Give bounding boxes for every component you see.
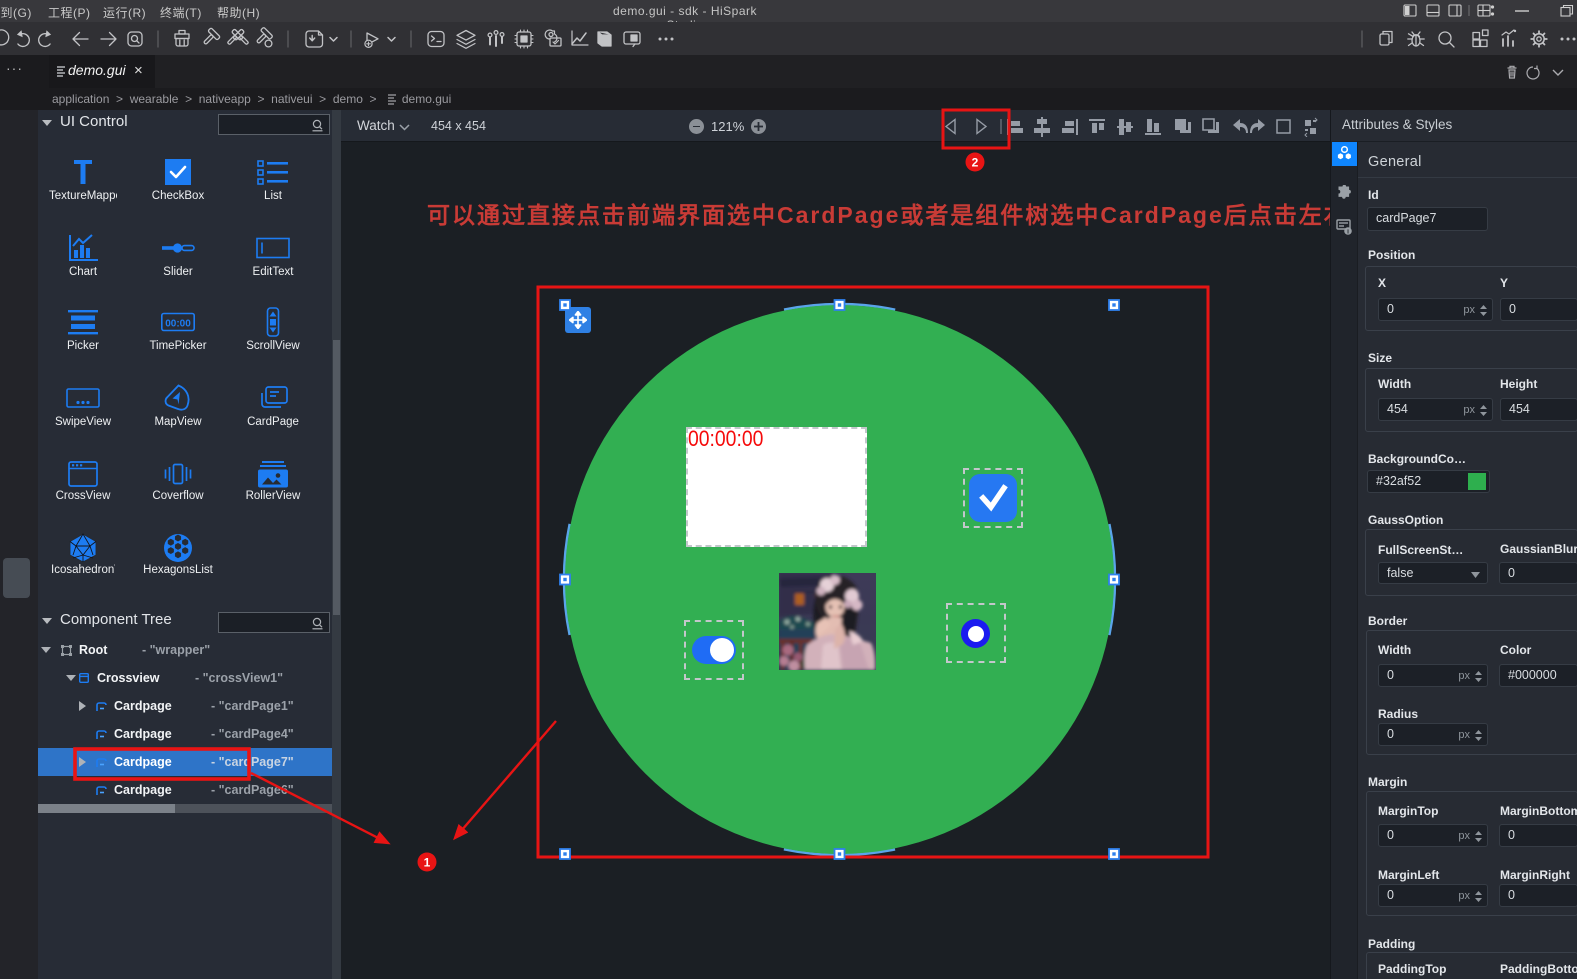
svg-text:i: i (1347, 229, 1349, 235)
svg-text:00:00: 00:00 (165, 319, 191, 330)
